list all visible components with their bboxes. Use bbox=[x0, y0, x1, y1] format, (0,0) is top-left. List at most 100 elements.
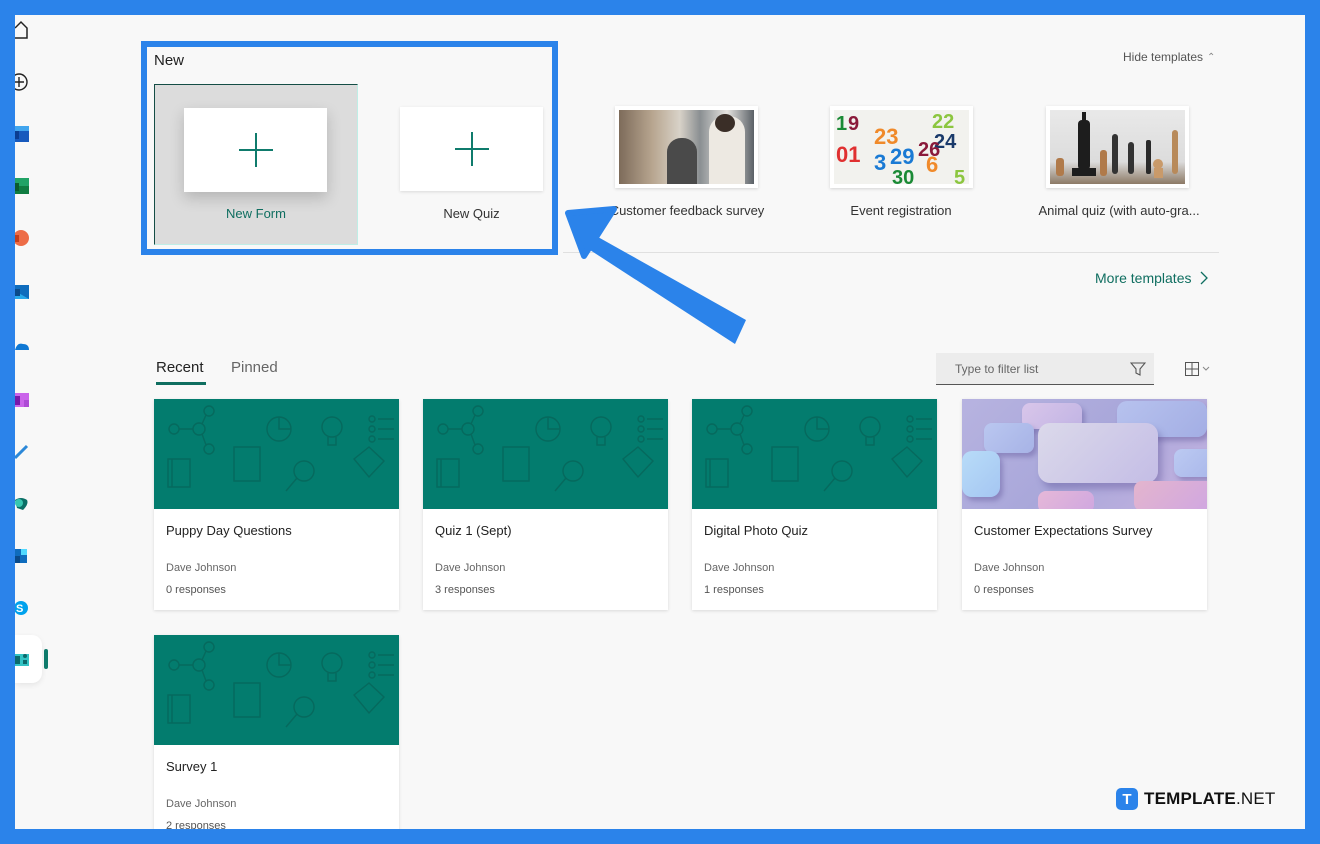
onedrive-icon bbox=[15, 343, 29, 350]
new-form-card bbox=[184, 108, 327, 192]
onenote-icon bbox=[15, 393, 29, 407]
form-card[interactable]: Digital Photo Quiz Dave Johnson 1 response… bbox=[692, 399, 937, 610]
more-templates-label: More templates bbox=[1095, 270, 1192, 286]
tab-recent[interactable]: Recent bbox=[156, 359, 204, 376]
rail-item-forms[interactable] bbox=[15, 645, 47, 675]
form-banner-pattern bbox=[154, 635, 399, 745]
more-templates-link[interactable]: More templates bbox=[1095, 270, 1209, 286]
rail-item-home[interactable] bbox=[15, 15, 47, 45]
form-card[interactable]: Customer Expectations Survey Dave Johnson… bbox=[962, 399, 1207, 610]
svg-text:30: 30 bbox=[892, 167, 914, 184]
pen-icon bbox=[15, 444, 29, 460]
filter-list-input[interactable] bbox=[955, 361, 1120, 376]
rail-item-skype[interactable]: S bbox=[15, 593, 47, 623]
rail-item-excel[interactable] bbox=[15, 171, 47, 201]
template-net-wordmark: TEMPLATE.NET bbox=[1144, 789, 1275, 809]
form-owner: Dave Johnson bbox=[704, 562, 775, 574]
form-response-count: 0 responses bbox=[166, 584, 226, 596]
plus-icon bbox=[454, 132, 489, 166]
svg-text:5: 5 bbox=[954, 167, 965, 184]
wordmark-bold: TEMPLATE bbox=[1144, 789, 1236, 808]
new-quiz-label: New Quiz bbox=[443, 206, 500, 221]
form-response-count: 0 responses bbox=[974, 584, 1034, 596]
form-response-count: 2 responses bbox=[166, 820, 226, 829]
template-net-logo: T bbox=[1116, 788, 1138, 810]
template-label: Customer feedback survey bbox=[609, 203, 765, 218]
form-owner: Dave Johnson bbox=[166, 562, 237, 574]
tiles-icon bbox=[15, 549, 27, 563]
rail-item-onenote[interactable] bbox=[15, 385, 47, 415]
powerpoint-icon bbox=[15, 230, 29, 246]
template-thumbnail bbox=[615, 106, 758, 188]
wordmark-thin: .NET bbox=[1235, 789, 1276, 808]
filter-list-field[interactable] bbox=[936, 353, 1154, 385]
rail-item-create[interactable] bbox=[15, 67, 47, 97]
hide-templates-label: Hide templates bbox=[1123, 50, 1204, 64]
hide-templates-button[interactable]: Hide templates ⌃ bbox=[1123, 50, 1215, 64]
rail-item-pen[interactable] bbox=[15, 437, 47, 467]
svg-text:22: 22 bbox=[932, 111, 954, 133]
form-owner: Dave Johnson bbox=[974, 562, 1045, 574]
tab-pinned[interactable]: Pinned bbox=[231, 359, 278, 376]
form-owner: Dave Johnson bbox=[435, 562, 506, 574]
excel-icon bbox=[15, 178, 29, 194]
sharepoint-icon bbox=[15, 498, 28, 510]
form-response-count: 3 responses bbox=[435, 584, 495, 596]
new-quiz-card bbox=[400, 107, 543, 191]
svg-text:01: 01 bbox=[836, 142, 860, 167]
word-icon bbox=[15, 126, 29, 142]
new-form-tile[interactable]: New Form bbox=[154, 84, 358, 245]
forms-home-page: S New Hide templates ⌃ New Form New Quiz bbox=[15, 15, 1305, 829]
form-card[interactable]: Survey 1 Dave Johnson 2 responses bbox=[154, 635, 399, 829]
form-card[interactable]: Puppy Day Questions Dave Johnson 0 respons… bbox=[154, 399, 399, 610]
template-label: Animal quiz (with auto-gra... bbox=[1038, 203, 1200, 218]
plus-icon bbox=[238, 133, 273, 167]
view-toggle-button[interactable] bbox=[1185, 362, 1210, 376]
form-banner-pattern bbox=[154, 399, 399, 509]
chevron-down-icon bbox=[1202, 366, 1210, 371]
add-circle-icon bbox=[15, 73, 28, 91]
form-title: Puppy Day Questions bbox=[166, 523, 292, 538]
rail-item-onedrive[interactable] bbox=[15, 331, 47, 361]
form-title: Digital Photo Quiz bbox=[704, 523, 809, 538]
form-banner-pattern bbox=[692, 399, 937, 509]
svg-text:6: 6 bbox=[926, 152, 938, 177]
skype-icon: S bbox=[15, 601, 28, 615]
form-cover-image bbox=[962, 399, 1207, 509]
forms-icon bbox=[15, 654, 29, 666]
templates-divider bbox=[563, 252, 1219, 253]
chess-pieces-photo bbox=[1050, 110, 1185, 184]
active-tab-indicator bbox=[156, 382, 206, 385]
rail-item-sharepoint[interactable] bbox=[15, 489, 47, 519]
new-section-title: New bbox=[154, 52, 185, 69]
form-title: Quiz 1 (Sept) bbox=[435, 523, 512, 538]
calendar-numbers-photo: 1 9 23 22 24 01 3 29 26 30 6 5 bbox=[834, 110, 969, 184]
form-title: Customer Expectations Survey bbox=[974, 523, 1153, 538]
svg-text:S: S bbox=[16, 603, 23, 615]
new-quiz-tile[interactable]: New Quiz bbox=[400, 107, 543, 237]
svg-text:3: 3 bbox=[874, 150, 886, 175]
form-banner-pattern bbox=[423, 399, 668, 509]
arrow-right-icon bbox=[1201, 271, 1209, 285]
template-thumbnail: 1 9 23 22 24 01 3 29 26 30 6 5 bbox=[830, 106, 973, 188]
office-people-photo bbox=[619, 110, 754, 184]
pastel-tiles-image bbox=[962, 399, 1207, 509]
form-card[interactable]: Quiz 1 (Sept) Dave Johnson 3 responses bbox=[423, 399, 668, 610]
svg-text:9: 9 bbox=[848, 113, 859, 135]
form-response-count: 1 responses bbox=[704, 584, 764, 596]
outlook-icon bbox=[15, 285, 29, 299]
app-rail: S bbox=[15, 15, 55, 829]
home-icon bbox=[15, 20, 28, 39]
filter-icon bbox=[1130, 362, 1146, 376]
template-net-watermark: T TEMPLATE.NET bbox=[1116, 788, 1275, 810]
template-label: Event registration bbox=[850, 203, 952, 218]
form-title: Survey 1 bbox=[166, 759, 218, 774]
form-owner: Dave Johnson bbox=[166, 798, 237, 810]
rail-item-outlook[interactable] bbox=[15, 277, 47, 307]
template-thumbnail bbox=[1046, 106, 1189, 188]
grid-view-icon bbox=[1185, 362, 1199, 376]
rail-item-powerpoint[interactable] bbox=[15, 223, 47, 253]
rail-item-word[interactable] bbox=[15, 119, 47, 149]
rail-item-planner[interactable] bbox=[15, 541, 47, 571]
svg-text:1: 1 bbox=[836, 113, 847, 135]
